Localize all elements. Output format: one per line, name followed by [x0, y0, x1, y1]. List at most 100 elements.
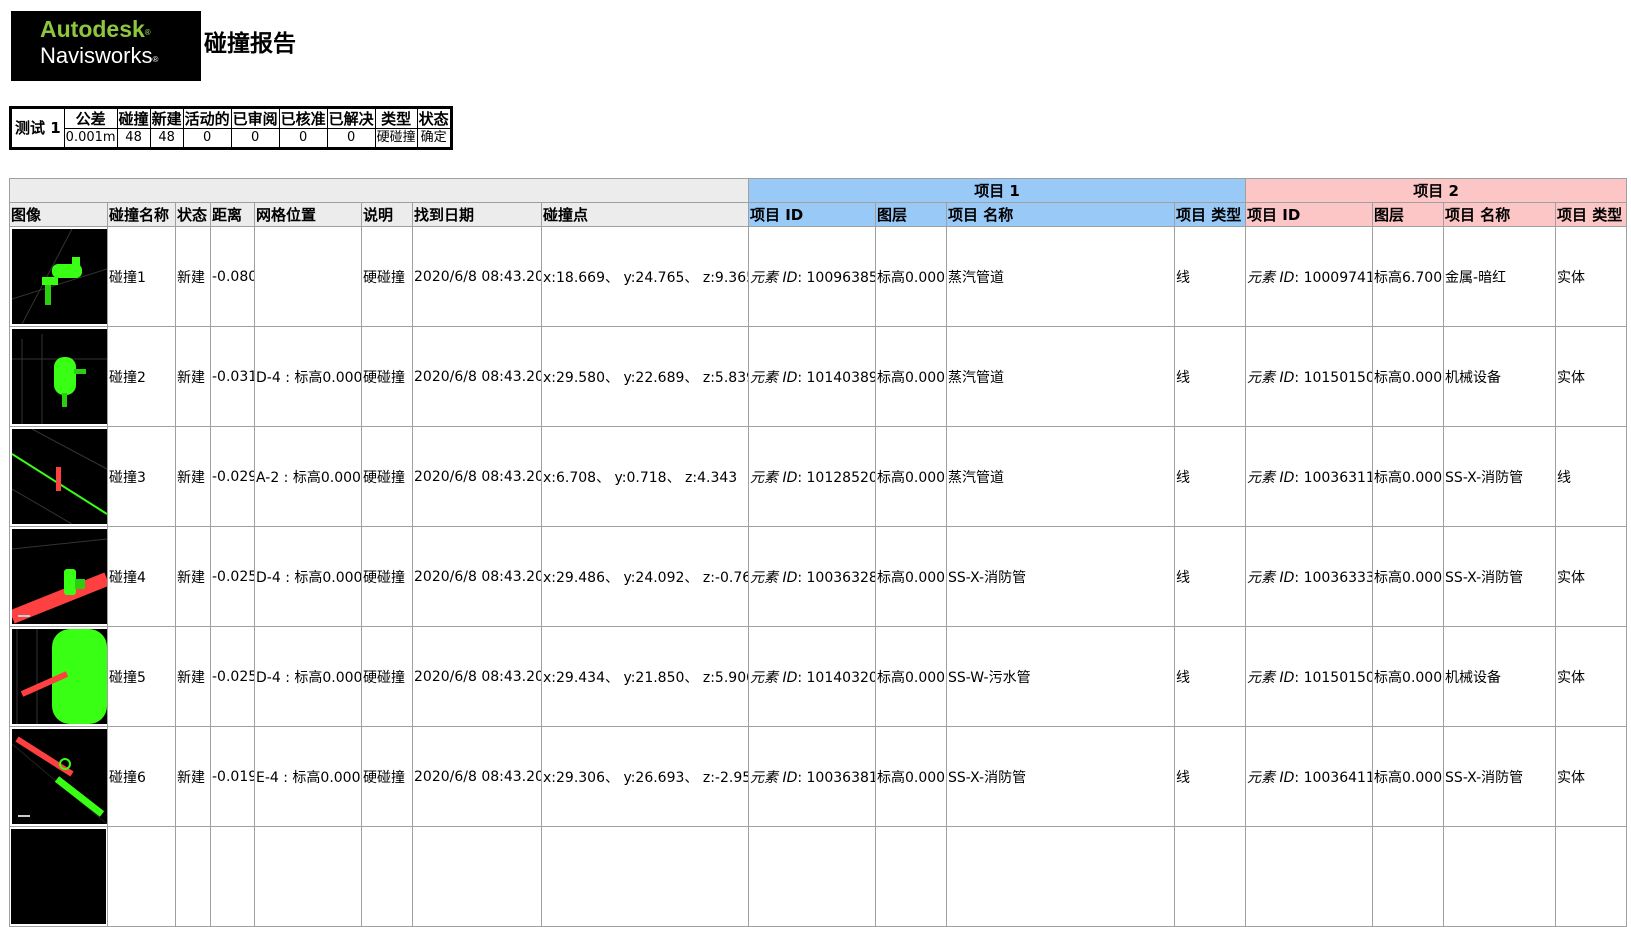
date-found-cell: 2020/6/8 08:43.20 [412, 426, 542, 527]
table-row: 碰撞6 新建 -0.019 E-4 : 标高0.000 硬碰撞 2020/6/8 08:4… [9, 726, 1628, 827]
status-cell: 新建 [175, 526, 211, 627]
summary-header: 新建 [149, 107, 184, 129]
element-id-value: : 10036328 [797, 569, 876, 586]
element-id-value: : 10036411 [1294, 769, 1373, 786]
column-header-grid-location: 网格位置 [254, 202, 362, 227]
date-found-cell: 2020/6/8 08:43.20 [412, 226, 542, 327]
element-id-label: 元素 ID [1247, 669, 1295, 686]
test-name: 测试 1 [10, 107, 65, 149]
summary-header: 状态 [416, 107, 452, 129]
item1-type-cell: 线 [1173, 726, 1247, 827]
clash-point-cell: x:29.306、 y:26.693、 z:-2.956 [541, 726, 749, 827]
item2-layer-cell: 标高0.000 [1372, 526, 1445, 627]
item1-name-cell: 蒸汽管道 [946, 426, 1175, 527]
status-cell: 新建 [175, 326, 211, 427]
element-id-label: 元素 ID [750, 369, 798, 386]
item2-type-cell: 实体 [1555, 526, 1628, 627]
item2-type-cell: 实体 [1555, 626, 1628, 727]
clash-thumbnail[interactable] [12, 329, 107, 424]
table-row: 碰撞2 新建 -0.031 D-4 : 标高0.000 硬碰撞 2020/6/8 08:4… [9, 326, 1628, 427]
item1-layer-cell: 标高0.000 [875, 626, 947, 727]
item2-name-cell: 机械设备 [1443, 626, 1557, 727]
table-row: 碰撞4 新建 -0.025 D-4 : 标高0.000 硬碰撞 2020/6/8 08:4… [9, 526, 1628, 627]
item2-name-cell: 机械设备 [1443, 326, 1557, 427]
element-id-value: : 10096385 [797, 269, 876, 286]
distance-cell: -0.025 [210, 526, 255, 627]
column-header-item2-name: 项目 名称 [1443, 202, 1557, 227]
column-header-item2-layer: 图层 [1372, 202, 1445, 227]
column-header-item1-name: 项目 名称 [946, 202, 1175, 227]
item1-type-cell: 线 [1173, 426, 1247, 527]
clash-point-cell: x:29.580、 y:22.689、 z:5.839 [541, 326, 749, 427]
element-id-label: 元素 ID [750, 669, 798, 686]
column-header-clash-point: 碰撞点 [541, 202, 749, 227]
clash-thumbnail[interactable] [12, 529, 107, 624]
column-header-image: 图像 [9, 202, 108, 227]
item1-id-cell: 元素 ID: 10036381 [748, 726, 876, 827]
summary-header: 类型 [374, 107, 418, 129]
element-id-label: 元素 ID [750, 269, 798, 286]
clash-thumbnail[interactable] [12, 729, 107, 824]
clash-thumbnail[interactable] [11, 829, 106, 924]
date-found-cell: 2020/6/8 08:43.20 [412, 326, 542, 427]
item1-name-cell: 蒸汽管道 [946, 326, 1175, 427]
item1-type-cell: 线 [1173, 326, 1247, 427]
item2-id-cell: 元素 ID: 10150150 [1245, 326, 1374, 427]
element-id-value: : 10140320 [797, 669, 876, 686]
report-title: 碰撞报告 [204, 31, 296, 57]
clash-thumbnail[interactable] [12, 629, 107, 724]
item1-id-cell: 元素 ID: 10140320 [748, 626, 876, 727]
grid-location-cell: A-2 : 标高0.000 [254, 426, 362, 527]
item2-id-cell: 元素 ID: 10036333 [1245, 526, 1374, 627]
table-row: 碰撞5 新建 -0.025 D-4 : 标高0.000 硬碰撞 2020/6/8 08:4… [9, 626, 1628, 727]
summary-value: 0 [278, 128, 328, 149]
summary-header: 活动的 [182, 107, 232, 129]
clash-point-cell: x:29.486、 y:24.092、 z:-0.769 [541, 526, 749, 627]
status-cell: 新建 [175, 426, 211, 527]
item1-layer-cell: 标高0.000 [875, 526, 947, 627]
item1-layer-cell: 标高0.000 [875, 726, 947, 827]
item1-type-cell: 线 [1173, 626, 1247, 727]
grid-location-cell [254, 226, 362, 327]
element-id-label: 元素 ID [1247, 269, 1295, 286]
grid-location-cell: D-4 : 标高0.000 [254, 526, 362, 627]
grid-location-cell: E-4 : 标高0.000 [254, 726, 362, 827]
item2-type-cell: 线 [1555, 426, 1628, 527]
element-id-value: : 10036381 [797, 769, 876, 786]
group-header-item2: 项目 2 [1245, 178, 1628, 203]
clash-image-cell [9, 426, 108, 527]
description-cell: 硬碰撞 [361, 226, 413, 327]
summary-header: 已核准 [278, 107, 328, 129]
clash-point-cell: x:18.669、 y:24.765、 z:9.365 [541, 226, 749, 327]
summary-header: 已解决 [326, 107, 376, 129]
column-header-item1-type: 项目 类型 [1173, 202, 1247, 227]
column-header-description: 说明 [361, 202, 413, 227]
item2-layer-cell: 标高0.000 [1372, 326, 1445, 427]
clash-name-cell: 碰撞3 [107, 426, 176, 527]
distance-cell: -0.029 [210, 426, 255, 527]
element-id-label: 元素 ID [750, 469, 798, 486]
item1-name-cell: SS-X-消防管 [946, 526, 1175, 627]
date-found-cell: 2020/6/8 08:43.20 [412, 726, 542, 827]
summary-value: 48 [149, 128, 184, 149]
description-cell: 硬碰撞 [361, 326, 413, 427]
clash-name-cell: 碰撞4 [107, 526, 176, 627]
item1-id-cell: 元素 ID: 10140389 [748, 326, 876, 427]
element-id-value: : 10036311 [1294, 469, 1373, 486]
item2-name-cell: 金属-暗红 [1443, 226, 1557, 327]
distance-cell: -0.080 [210, 226, 255, 327]
clash-image-cell [9, 526, 108, 627]
item1-type-cell: 线 [1173, 226, 1247, 327]
summary-value: 0 [182, 128, 232, 149]
element-id-value: : 10036333 [1294, 569, 1373, 586]
table-row: 碰撞3 新建 -0.029 A-2 : 标高0.000 硬碰撞 2020/6/8 08:4… [9, 426, 1628, 527]
item2-name-cell: SS-X-消防管 [1443, 726, 1557, 827]
logo-brand: Autodesk® [40, 16, 151, 42]
item2-id-cell: 元素 ID: 10036311 [1245, 426, 1374, 527]
element-id-value: : 10009741 [1294, 269, 1373, 286]
clash-thumbnail[interactable] [12, 429, 107, 524]
clash-thumbnail[interactable] [12, 229, 107, 324]
column-header-date-found: 找到日期 [412, 202, 542, 227]
item1-id-cell: 元素 ID: 10096385 [748, 226, 876, 327]
element-id-value: : 10150150 [1294, 369, 1373, 386]
